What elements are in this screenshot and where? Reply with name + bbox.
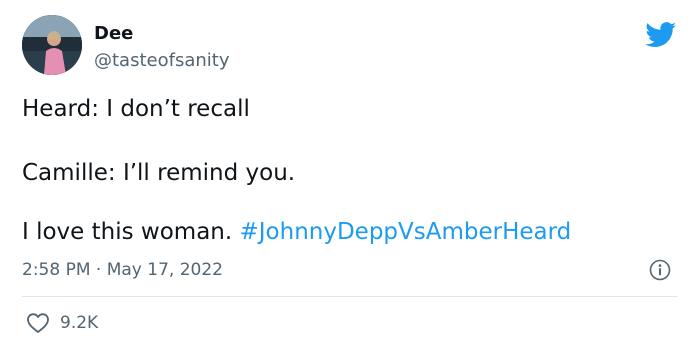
tweet-line-2: Camille: I’ll remind you. [22,160,296,186]
divider [22,296,678,297]
user-handle[interactable]: @tasteofsanity [94,50,229,72]
avatar-image [22,15,82,75]
heart-icon [27,313,49,333]
meta-separator: · [95,260,102,280]
user-display-name[interactable]: Dee [94,23,133,45]
tweet-date: May 17, 2022 [106,260,223,280]
tweet-line-3: I love this woman. #JohnnyDeppVsAmberHea… [22,218,571,246]
tweet-line-3-text: I love this woman. [22,219,240,245]
twitter-bird-icon[interactable] [645,22,677,48]
info-icon[interactable] [649,259,671,281]
avatar[interactable] [22,15,82,75]
tweet-line-1: Heard: I don’t recall [22,96,250,122]
tweet-time: 2:58 PM [22,260,91,280]
tweet-timestamp[interactable]: 2:58 PM · May 17, 2022 [22,259,223,281]
hashtag-link[interactable]: #JohnnyDeppVsAmberHeard [240,219,572,245]
like-button[interactable]: 9.2K [26,312,98,334]
like-count: 9.2K [60,313,99,333]
